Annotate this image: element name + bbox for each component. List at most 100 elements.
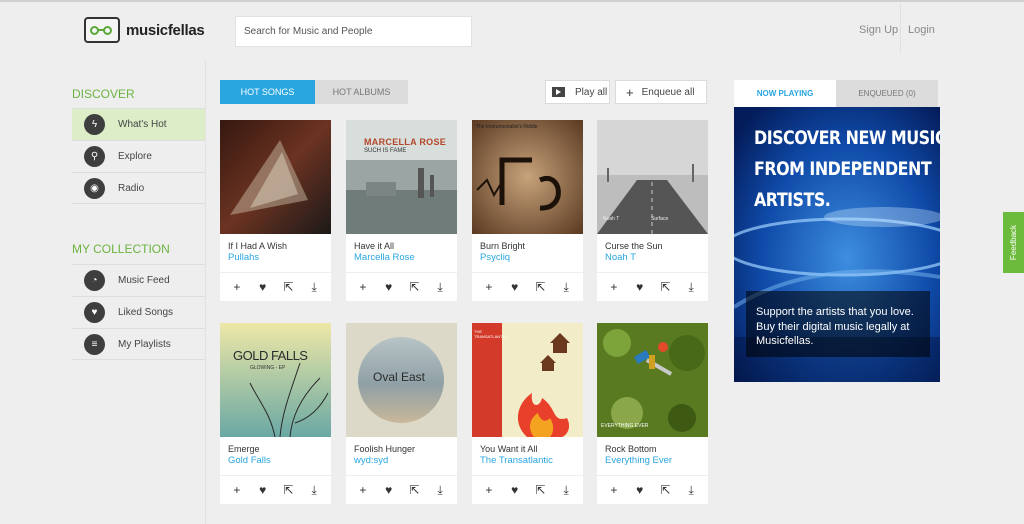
sidebar-item-liked-songs[interactable]: ♥ Liked Songs [72,296,205,328]
song-card[interactable]: Oval East Foolish Hunger wyd:syd + ♥ ⇱ ⤓ [346,323,457,504]
cover-subtext: GLOWING - EP [250,365,286,371]
add-icon[interactable]: + [605,281,623,293]
add-icon[interactable]: + [354,281,372,293]
download-icon[interactable]: ⤓ [431,281,449,293]
song-title: Rock Bottom [605,444,657,454]
song-card[interactable]: MARCELLA ROSE SUCH IS FAME Have it All M… [346,120,457,301]
share-icon[interactable]: ⇱ [531,281,549,293]
login-link[interactable]: Login [908,24,935,36]
share-icon[interactable]: ⇱ [405,484,423,496]
feedback-tab[interactable]: Feedback [1003,212,1024,273]
add-icon[interactable]: + [480,281,498,293]
song-title: If I Had A Wish [228,241,288,251]
tab-hot-songs[interactable]: HOT SONGS [220,80,315,104]
signup-link[interactable]: Sign Up [859,24,898,36]
share-icon[interactable]: ⇱ [656,484,674,496]
play-icon [552,87,565,97]
download-icon[interactable]: ⤓ [557,281,575,293]
sidebar-item-whats-hot[interactable]: ϟ What's Hot [72,108,205,140]
logo-text: musicfellas [126,21,205,39]
download-icon[interactable]: ⤓ [682,484,700,496]
song-card[interactable]: THE TRANSATLANTIC You Want it All The Tr… [472,323,583,504]
song-card[interactable]: GOLD FALLS GLOWING - EP Emerge Gold Fall… [220,323,331,504]
song-card[interactable]: The Instrumentalist's Riddle Burn Bright… [472,120,583,301]
tab-enqueued[interactable]: ENQUEUED (0) [836,80,938,107]
heart-icon[interactable]: ♥ [631,484,649,496]
tab-hot-albums[interactable]: HOT ALBUMS [315,80,408,104]
logo[interactable]: musicfellas [84,17,205,43]
song-card[interactable]: Noah T Surface Curse the Sun Noah T + ♥ … [597,120,708,301]
share-icon[interactable]: ⇱ [531,484,549,496]
promo-body: Support the artists that you love. Buy t… [746,291,930,357]
promo-headline-line: ARTISTS. [754,190,831,211]
artist-link[interactable]: Everything Ever [605,455,672,466]
album-cover[interactable] [220,120,331,234]
artist-link[interactable]: Psycliq [480,252,510,263]
add-icon[interactable]: + [228,281,246,293]
artist-link[interactable]: Pullahs [228,252,259,263]
download-icon[interactable]: ⤓ [305,484,323,496]
heart-icon[interactable]: ♥ [380,281,398,293]
add-icon[interactable]: + [605,484,623,496]
download-icon[interactable]: ⤓ [682,281,700,293]
artist-link[interactable]: Noah T [605,252,636,263]
album-cover[interactable]: MARCELLA ROSE SUCH IS FAME [346,120,457,234]
sidebar-item-label: Radio [118,182,145,194]
album-cover[interactable]: Oval East [346,323,457,437]
add-icon[interactable]: + [354,484,372,496]
sidebar-item-label: Music Feed [118,275,170,286]
album-cover[interactable]: EVERYTHING EVER [597,323,708,437]
sidebar-item-label: Liked Songs [118,307,174,318]
download-icon[interactable]: ⤓ [305,281,323,293]
album-cover[interactable]: GOLD FALLS GLOWING - EP [220,323,331,437]
cover-text: THE TRANSATLANTIC [474,329,507,339]
share-icon[interactable]: ⇱ [279,484,297,496]
sidebar-item-explore[interactable]: ⚲ Explore [72,140,205,172]
song-card[interactable]: EVERYTHING EVER Rock Bottom Everything E… [597,323,708,504]
share-icon[interactable]: ⇱ [279,281,297,293]
download-icon[interactable]: ⤓ [431,484,449,496]
artist-link[interactable]: The Transatlantic [480,455,553,466]
heart-icon[interactable]: ♥ [254,281,272,293]
heart-icon[interactable]: ♥ [506,281,524,293]
sidebar-item-my-playlists[interactable]: ≡ My Playlists [72,328,205,360]
tab-now-playing[interactable]: NOW PLAYING [734,80,836,107]
share-icon[interactable]: ⇱ [405,281,423,293]
sidebar-item-radio[interactable]: ◉ Radio [72,172,205,204]
song-actions: + ♥ ⇱ ⤓ [220,276,331,298]
song-card[interactable]: If I Had A Wish Pullahs + ♥ ⇱ ⤓ [220,120,331,301]
sidebar-item-label: Explore [118,151,152,162]
artist-link[interactable]: wyd:syd [354,455,388,466]
play-all-button[interactable]: Play all [545,80,610,104]
heart-icon[interactable]: ♥ [254,484,272,496]
rss-icon: ◔ [84,270,105,291]
album-cover[interactable]: THE TRANSATLANTIC [472,323,583,437]
album-cover[interactable]: Noah T Surface [597,120,708,234]
cover-text: Noah T [603,216,620,222]
download-icon[interactable]: ⤓ [557,484,575,496]
feedback-label: Feedback [1009,224,1019,261]
card-divider [597,272,708,273]
card-divider [597,475,708,476]
search-input[interactable] [235,16,472,47]
sidebar-divider [205,60,206,524]
enqueue-all-label: Enqueue all [641,86,695,98]
heart-icon[interactable]: ♥ [506,484,524,496]
enqueue-all-button[interactable]: + Enqueue all [615,80,707,104]
artist-link[interactable]: Gold Falls [228,455,271,466]
top-border [0,0,1024,2]
sidebar-item-label: My Playlists [118,338,171,350]
cover-text: Oval East [373,370,426,384]
heart-icon[interactable]: ♥ [380,484,398,496]
share-icon[interactable]: ⇱ [656,281,674,293]
artist-link[interactable]: Marcella Rose [354,252,415,263]
song-actions: + ♥ ⇱ ⤓ [472,479,583,501]
album-cover[interactable]: The Instrumentalist's Riddle [472,120,583,234]
play-all-label: Play all [575,86,608,98]
add-icon[interactable]: + [480,484,498,496]
cover-subtext: SUCH IS FAME [364,148,407,154]
add-icon[interactable]: + [228,484,246,496]
heart-icon[interactable]: ♥ [631,281,649,293]
sidebar-item-music-feed[interactable]: ◔ Music Feed [72,264,205,296]
song-actions: + ♥ ⇱ ⤓ [346,479,457,501]
